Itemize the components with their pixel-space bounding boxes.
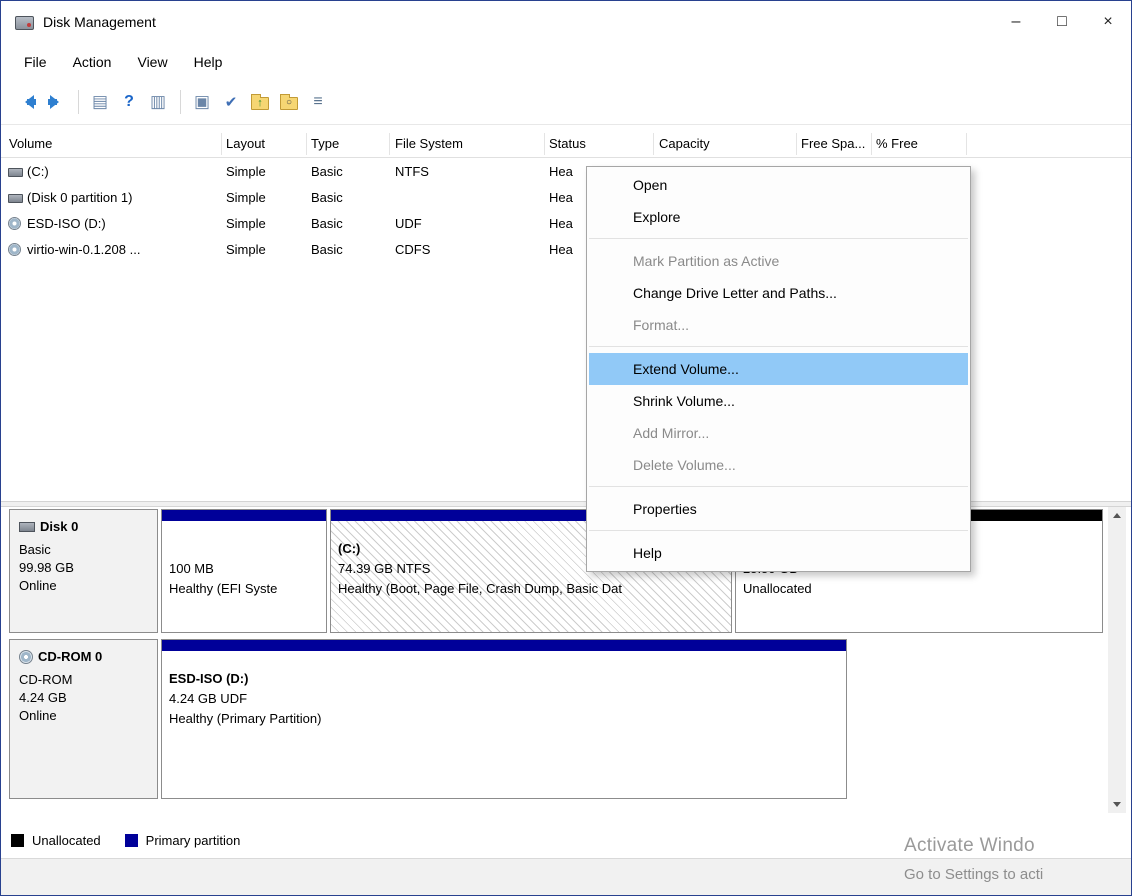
folder-search-icon[interactable]: ○ xyxy=(275,88,303,116)
drive-icon xyxy=(8,168,23,177)
details-view-icon[interactable]: ≡ xyxy=(304,88,332,116)
context-menu-item-format: Format... xyxy=(587,309,970,341)
titlebar: Disk Management – □ × xyxy=(1,1,1131,45)
legend: Unallocated Primary partition xyxy=(11,831,264,849)
app-icon xyxy=(15,16,34,30)
window-title: Disk Management xyxy=(43,14,156,30)
toolbar: ▤ ? ▥ ▣ ✔ ↑ ○ ≡ xyxy=(1,79,1131,125)
disk-0-status: Online xyxy=(19,577,157,595)
cdrom-0-label-panel[interactable]: CD-ROM 0 CD-ROM 4.24 GB Online xyxy=(9,639,158,799)
column-header-file-system[interactable]: File System xyxy=(395,131,542,157)
help-icon[interactable]: ? xyxy=(115,88,143,116)
context-menu-item-explore[interactable]: Explore xyxy=(587,201,970,233)
scroll-down-button[interactable] xyxy=(1108,796,1126,813)
menu-view[interactable]: View xyxy=(124,51,180,73)
primary-partition-strip xyxy=(162,640,846,651)
context-menu-separator xyxy=(587,481,970,493)
disc-icon xyxy=(8,243,21,256)
check-list-icon[interactable]: ✔ xyxy=(217,88,245,116)
context-menu-item-shrink-volume[interactable]: Shrink Volume... xyxy=(587,385,970,417)
context-menu-separator xyxy=(587,341,970,353)
menu-file[interactable]: File xyxy=(11,51,60,73)
legend-primary-partition-swatch xyxy=(125,834,138,847)
show-console-tree-icon[interactable]: ▤ xyxy=(86,88,114,116)
back-icon[interactable] xyxy=(13,88,41,116)
column-header-layout[interactable]: Layout xyxy=(226,131,304,157)
column-header-volume[interactable]: Volume xyxy=(9,131,217,157)
maximize-button[interactable]: □ xyxy=(1039,1,1085,43)
cd-icon xyxy=(19,650,33,664)
column-header-percent-free[interactable]: % Free xyxy=(876,131,962,157)
context-menu-separator xyxy=(587,525,970,537)
context-menu-item-change-drive-letter[interactable]: Change Drive Letter and Paths... xyxy=(587,277,970,309)
context-menu: Open Explore Mark Partition as Active Ch… xyxy=(586,166,971,572)
menu-help[interactable]: Help xyxy=(181,51,236,73)
close-button[interactable]: × xyxy=(1085,1,1131,43)
legend-unallocated-swatch xyxy=(11,834,24,847)
show-action-pane-icon[interactable]: ▥ xyxy=(144,88,172,116)
context-menu-separator xyxy=(587,233,970,245)
disc-icon xyxy=(8,217,21,230)
partition-efi-system[interactable]: 100 MB Healthy (EFI Syste xyxy=(161,509,327,633)
disk-0-label-panel[interactable]: Disk 0 Basic 99.98 GB Online xyxy=(9,509,158,633)
column-header-free-space[interactable]: Free Spa... xyxy=(801,131,867,157)
disk-0-kind: Basic xyxy=(19,541,157,559)
disk-management-window: Disk Management – □ × File Action View H… xyxy=(0,0,1132,896)
forward-icon[interactable] xyxy=(42,88,70,116)
context-menu-item-properties[interactable]: Properties xyxy=(587,493,970,525)
console-window-icon[interactable]: ▣ xyxy=(188,88,216,116)
primary-partition-strip xyxy=(162,510,326,521)
cdrom-0-kind: CD-ROM xyxy=(19,671,157,689)
column-header-type[interactable]: Type xyxy=(311,131,387,157)
toolbar-separator xyxy=(180,90,181,114)
cdrom-0-status: Online xyxy=(19,707,157,725)
vertical-scrollbar[interactable] xyxy=(1108,507,1126,813)
context-menu-item-mark-partition-as-active: Mark Partition as Active xyxy=(587,245,970,277)
context-menu-item-add-mirror: Add Mirror... xyxy=(587,417,970,449)
partition-d-esd-iso[interactable]: ESD-ISO (D:) 4.24 GB UDF Healthy (Primar… xyxy=(161,639,847,799)
disk-0-size: 99.98 GB xyxy=(19,559,157,577)
menu-action[interactable]: Action xyxy=(60,51,125,73)
disk-icon xyxy=(19,522,35,532)
legend-unallocated-label: Unallocated xyxy=(32,833,101,848)
menubar: File Action View Help xyxy=(1,45,1131,79)
activation-watermark: Activate Windo Go to Settings to acti xyxy=(904,835,1132,883)
toolbar-separator xyxy=(78,90,79,114)
column-header-capacity[interactable]: Capacity xyxy=(659,131,792,157)
column-header-status[interactable]: Status xyxy=(549,131,649,157)
folder-up-icon[interactable]: ↑ xyxy=(246,88,274,116)
minimize-button[interactable]: – xyxy=(993,1,1039,43)
drive-icon xyxy=(8,194,23,203)
context-menu-item-delete-volume: Delete Volume... xyxy=(587,449,970,481)
legend-primary-partition-label: Primary partition xyxy=(146,833,241,848)
context-menu-item-extend-volume[interactable]: Extend Volume... xyxy=(589,353,968,385)
scroll-up-button[interactable] xyxy=(1108,507,1126,524)
context-menu-item-open[interactable]: Open xyxy=(587,169,970,201)
context-menu-item-help[interactable]: Help xyxy=(587,537,970,569)
cdrom-0-size: 4.24 GB xyxy=(19,689,157,707)
